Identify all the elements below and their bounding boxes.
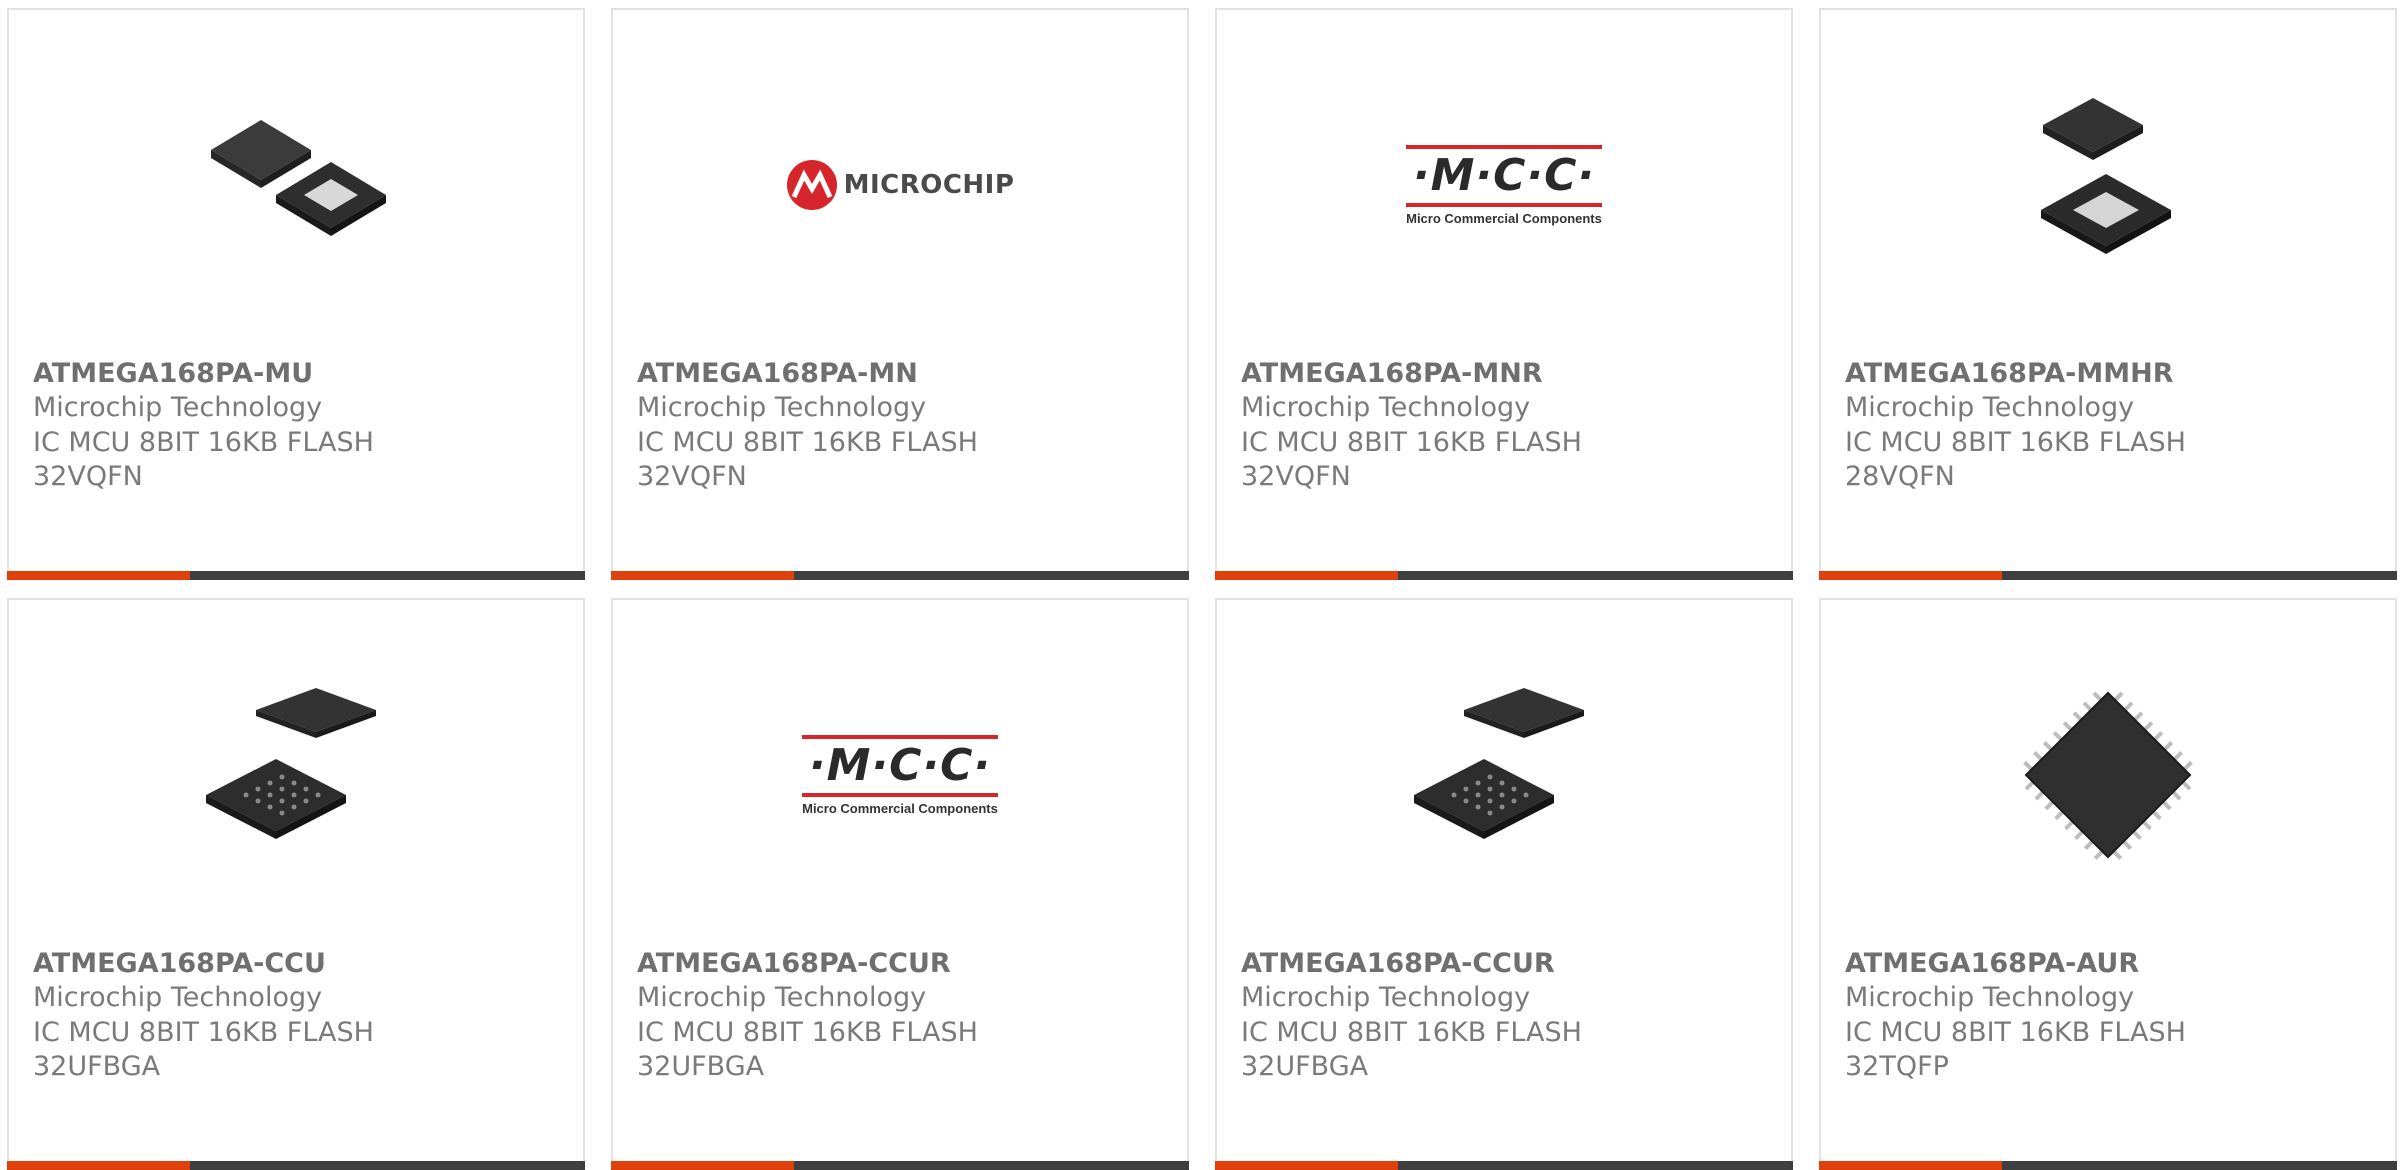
manufacturer: Microchip Technology — [1845, 982, 2135, 1013]
part-number[interactable]: ATMEGA168PA-MMHR — [1845, 358, 2173, 389]
microchip-emblem-icon — [786, 160, 837, 210]
accent-bar — [611, 1161, 794, 1170]
manufacturer: Microchip Technology — [637, 982, 927, 1013]
manufacturer: Microchip Technology — [33, 392, 323, 423]
manufacturer: Microchip Technology — [1241, 982, 1531, 1013]
mcc-logo: ·M·C·C· Micro Commercial Components — [1399, 80, 1609, 290]
microchip-logo-text: MICROCHIP — [843, 170, 1015, 200]
bga-chip-icon — [1399, 670, 1609, 880]
description: IC MCU 8BIT 16KB FLASH 32UFBGA — [637, 1017, 978, 1082]
card-footer-bar — [1215, 571, 1793, 580]
description: IC MCU 8BIT 16KB FLASH 32UFBGA — [33, 1017, 374, 1082]
microchip-logo: MICROCHIP — [786, 80, 1014, 290]
product-card[interactable]: MICROCHIP ATMEGA168PA-MN Microchip Techn… — [611, 8, 1189, 580]
product-card[interactable]: ATMEGA168PA-MU Microchip Technology IC M… — [7, 8, 585, 580]
accent-bar — [1819, 1161, 2002, 1170]
description: IC MCU 8BIT 16KB FLASH 32VQFN — [33, 427, 374, 492]
mcc-logo-text: ·M·C·C· — [808, 739, 992, 791]
card-footer-bar — [611, 1161, 1189, 1170]
accent-bar — [611, 571, 794, 580]
accent-bar — [1215, 1161, 1398, 1170]
part-number[interactable]: ATMEGA168PA-MNR — [1241, 358, 1543, 389]
qfn-32-chip-icon — [191, 80, 401, 290]
card-footer-bar — [1819, 571, 2397, 580]
accent-bar — [1819, 571, 2002, 580]
card-footer-bar — [1215, 1161, 1793, 1170]
accent-bar — [7, 571, 190, 580]
description: IC MCU 8BIT 16KB FLASH 32VQFN — [637, 427, 978, 492]
mcc-logo-mark: ·M·C·C· Micro Commercial Components — [800, 734, 1000, 816]
mcc-logo-subtext: Micro Commercial Components — [802, 800, 998, 816]
microchip-logo-mark: MICROCHIP — [786, 159, 1015, 211]
accent-bar — [1215, 571, 1398, 580]
card-footer-bar — [7, 1161, 585, 1170]
part-number[interactable]: ATMEGA168PA-CCUR — [1241, 948, 1555, 979]
part-number[interactable]: ATMEGA168PA-MN — [637, 358, 918, 389]
description: IC MCU 8BIT 16KB FLASH 28VQFN — [1845, 427, 2186, 492]
part-number[interactable]: ATMEGA168PA-CCU — [33, 948, 326, 979]
card-footer-bar — [1819, 1161, 2397, 1170]
mcc-logo: ·M·C·C· Micro Commercial Components — [795, 670, 1005, 880]
product-card[interactable]: ·M·C·C· Micro Commercial Components ATME… — [1215, 8, 1793, 580]
card-footer-bar — [7, 571, 585, 580]
mcc-logo-text: ·M·C·C· — [1412, 149, 1596, 201]
description: IC MCU 8BIT 16KB FLASH 32UFBGA — [1241, 1017, 1582, 1082]
product-card[interactable]: ATMEGA168PA-CCUR Microchip Technology IC… — [1215, 598, 1793, 1170]
product-card[interactable]: ATMEGA168PA-CCU Microchip Technology IC … — [7, 598, 585, 1170]
description: IC MCU 8BIT 16KB FLASH 32TQFP — [1845, 1017, 2186, 1082]
card-footer-bar — [611, 571, 1189, 580]
mcc-logo-mark: ·M·C·C· Micro Commercial Components — [1404, 144, 1604, 226]
part-number[interactable]: ATMEGA168PA-CCUR — [637, 948, 951, 979]
tqfp-chip-icon — [2003, 670, 2213, 880]
product-card[interactable]: ATMEGA168PA-MMHR Microchip Technology IC… — [1819, 8, 2397, 580]
manufacturer: Microchip Technology — [33, 982, 323, 1013]
part-number[interactable]: ATMEGA168PA-AUR — [1845, 948, 2139, 979]
mcc-logo-subtext: Micro Commercial Components — [1406, 210, 1602, 226]
description: IC MCU 8BIT 16KB FLASH 32VQFN — [1241, 427, 1582, 492]
part-number[interactable]: ATMEGA168PA-MU — [33, 358, 313, 389]
manufacturer: Microchip Technology — [1845, 392, 2135, 423]
product-card[interactable]: ATMEGA168PA-AUR Microchip Technology IC … — [1819, 598, 2397, 1170]
qfn-28-chip-icon — [2003, 80, 2213, 290]
manufacturer: Microchip Technology — [1241, 392, 1531, 423]
product-grid: ATMEGA168PA-MU Microchip Technology IC M… — [0, 0, 2403, 1170]
bga-chip-icon — [191, 670, 401, 880]
accent-bar — [7, 1161, 190, 1170]
product-card[interactable]: ·M·C·C· Micro Commercial Components ATME… — [611, 598, 1189, 1170]
manufacturer: Microchip Technology — [637, 392, 927, 423]
